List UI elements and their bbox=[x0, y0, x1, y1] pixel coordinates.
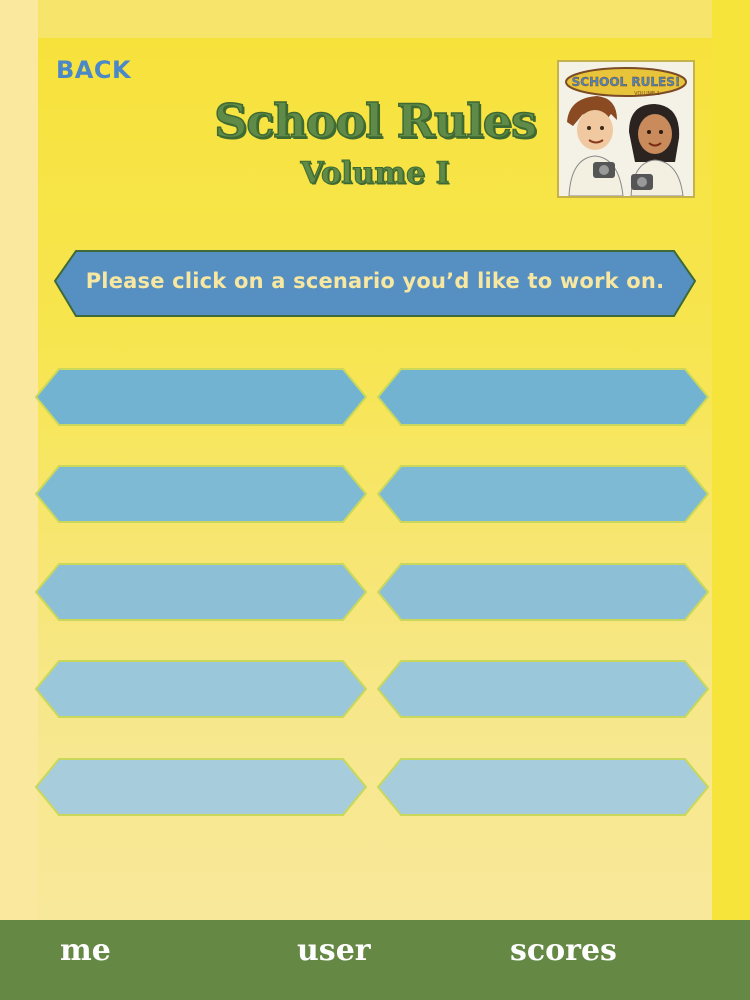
page-subtitle: Volume I bbox=[300, 156, 450, 192]
bottom-nav-bar bbox=[0, 920, 750, 1000]
cover-illustration: SCHOOL RULES! VOLUME 1 bbox=[559, 62, 693, 196]
scenario-button-shape bbox=[35, 660, 367, 718]
scenario-button-5[interactable] bbox=[35, 563, 367, 621]
nav-user[interactable]: user bbox=[297, 928, 371, 974]
cover-image: SCHOOL RULES! VOLUME 1 bbox=[557, 60, 695, 198]
nav-me[interactable]: me bbox=[60, 928, 111, 974]
scenario-button-shape bbox=[377, 368, 709, 426]
scenario-button-7[interactable] bbox=[35, 660, 367, 718]
scenario-button-shape bbox=[377, 465, 709, 523]
instruction-text: Please click on a scenario you’d like to… bbox=[85, 269, 665, 293]
cover-title-text: SCHOOL RULES! bbox=[572, 75, 681, 89]
cover-volume-text: VOLUME 1 bbox=[634, 91, 660, 97]
scenario-button-shape bbox=[35, 368, 367, 426]
scenario-button-shape bbox=[35, 563, 367, 621]
scenario-button-9[interactable] bbox=[35, 758, 367, 816]
scenario-button-shape bbox=[377, 563, 709, 621]
scenario-button-1[interactable] bbox=[35, 368, 367, 426]
scenario-button-10[interactable] bbox=[377, 758, 709, 816]
scenario-button-8[interactable] bbox=[377, 660, 709, 718]
nav-scores[interactable]: scores bbox=[510, 928, 617, 974]
page-title: School Rules bbox=[213, 93, 537, 149]
scenario-button-4[interactable] bbox=[377, 465, 709, 523]
instruction-banner: Please click on a scenario you’d like to… bbox=[54, 250, 696, 318]
scenario-button-shape bbox=[377, 758, 709, 816]
scenario-button-shape bbox=[377, 660, 709, 718]
scenario-button-3[interactable] bbox=[35, 465, 367, 523]
scenario-button-6[interactable] bbox=[377, 563, 709, 621]
scenario-button-shape bbox=[35, 465, 367, 523]
scenario-button-2[interactable] bbox=[377, 368, 709, 426]
scenario-button-shape bbox=[35, 758, 367, 816]
back-button[interactable]: BACK bbox=[56, 56, 131, 84]
